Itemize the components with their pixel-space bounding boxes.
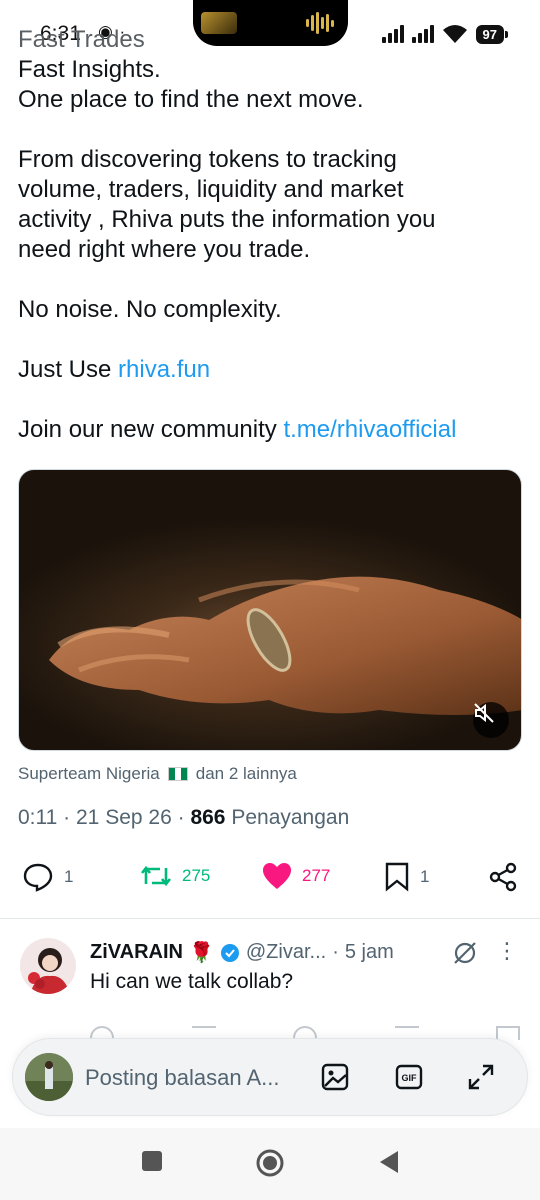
reply-text: Hi can we talk collab? [90, 970, 294, 993]
gif-icon[interactable]: GIF [393, 1061, 425, 1093]
system-nav-bar [0, 1128, 540, 1200]
social-context-suffix: dan 2 lainnya [195, 764, 297, 783]
home-button[interactable] [255, 1148, 285, 1183]
reply-author-handle[interactable]: @Zivar... [246, 941, 326, 964]
reply-separator: · [332, 941, 339, 963]
bookmark-button[interactable]: 1 [384, 862, 429, 892]
image-icon[interactable] [319, 1061, 351, 1093]
recents-button[interactable] [141, 1150, 163, 1177]
reply-author-name[interactable]: ZiVARAIN [90, 941, 183, 964]
back-button[interactable] [378, 1150, 400, 1179]
more-options-icon[interactable]: ⋮ [496, 938, 518, 964]
divider [0, 918, 540, 919]
nigeria-flag-icon [167, 767, 188, 781]
reply-input[interactable]: Posting balasan A... [85, 1065, 279, 1091]
avatar[interactable] [25, 1053, 73, 1101]
tweet-actions: 1 275 277 1 [0, 856, 540, 900]
retweet-button[interactable]: 275 [140, 862, 210, 890]
reply-button[interactable]: 1 [22, 862, 73, 892]
tweet-line: Join our new community t.me/rhivaofficia… [18, 415, 528, 445]
share-button[interactable] [488, 862, 518, 892]
heart-icon [263, 863, 291, 889]
tweet-time: 0:11 [18, 806, 58, 829]
tweet-date: 21 Sep 26 [76, 806, 172, 829]
reply-header: ZiVARAIN 🌹 @Zivar... · 5 jam [90, 940, 394, 965]
avatar[interactable] [20, 938, 76, 994]
like-count: 277 [302, 866, 331, 885]
share-icon [489, 862, 517, 892]
tweet-line: One place to find the next move. [18, 86, 364, 113]
social-context-name: Superteam Nigeria [18, 764, 160, 783]
retweet-icon [140, 865, 172, 887]
reply-icon [23, 863, 53, 892]
bookmark-count: 1 [420, 867, 430, 886]
tweet-line: need right where you trade. [18, 236, 311, 263]
just-use-text: Just Use [18, 356, 119, 383]
tweet-line: No noise. No complexity. [18, 296, 282, 323]
svg-text:GIF: GIF [402, 1073, 418, 1083]
tweet-line: volume, traders, liquidity and market [18, 176, 404, 203]
like-button[interactable]: 277 [262, 862, 330, 890]
tweet-line: Fast Insights. [18, 56, 161, 83]
reply-count: 1 [64, 867, 74, 886]
tweet-line: Just Use rhiva.fun [18, 355, 528, 385]
verified-badge-icon [220, 943, 239, 962]
tweet-video[interactable] [18, 469, 522, 751]
reply-compose-bar[interactable]: Posting balasan A... GIF [12, 1038, 528, 1116]
retweet-count: 275 [182, 866, 211, 885]
expand-icon[interactable] [465, 1061, 497, 1093]
join-text: Join our new community [18, 416, 284, 443]
tweet-line: activity , Rhiva puts the information yo… [18, 206, 436, 233]
tweet-body: Fast Trades Fast Insights. One place to … [18, 25, 528, 445]
reply-time: 5 jam [344, 941, 394, 963]
grok-icon[interactable] [452, 940, 478, 971]
reply-item[interactable]: ZiVARAIN 🌹 @Zivar... · 5 jam ⋮ Hi can we… [0, 930, 540, 1040]
hand-with-coin-image [49, 576, 521, 715]
rose-icon: 🌹 [188, 942, 214, 964]
view-count: 866 [190, 806, 226, 829]
tweet-meta: 0:11 · 21 Sep 26 · 866 Penayangan [18, 806, 350, 829]
mute-icon[interactable] [473, 702, 509, 738]
tweet-header-partial: Fast Trades [18, 26, 145, 53]
telegram-link[interactable]: t.me/rhivaofficial [283, 416, 456, 443]
social-context[interactable]: Superteam Nigeria dan 2 lainnya [18, 764, 297, 784]
bookmark-icon [385, 862, 409, 892]
view-label: Penayangan [231, 806, 350, 829]
tweet-line: From discovering tokens to tracking [18, 146, 397, 173]
rhiva-link[interactable]: rhiva.fun [118, 356, 210, 383]
